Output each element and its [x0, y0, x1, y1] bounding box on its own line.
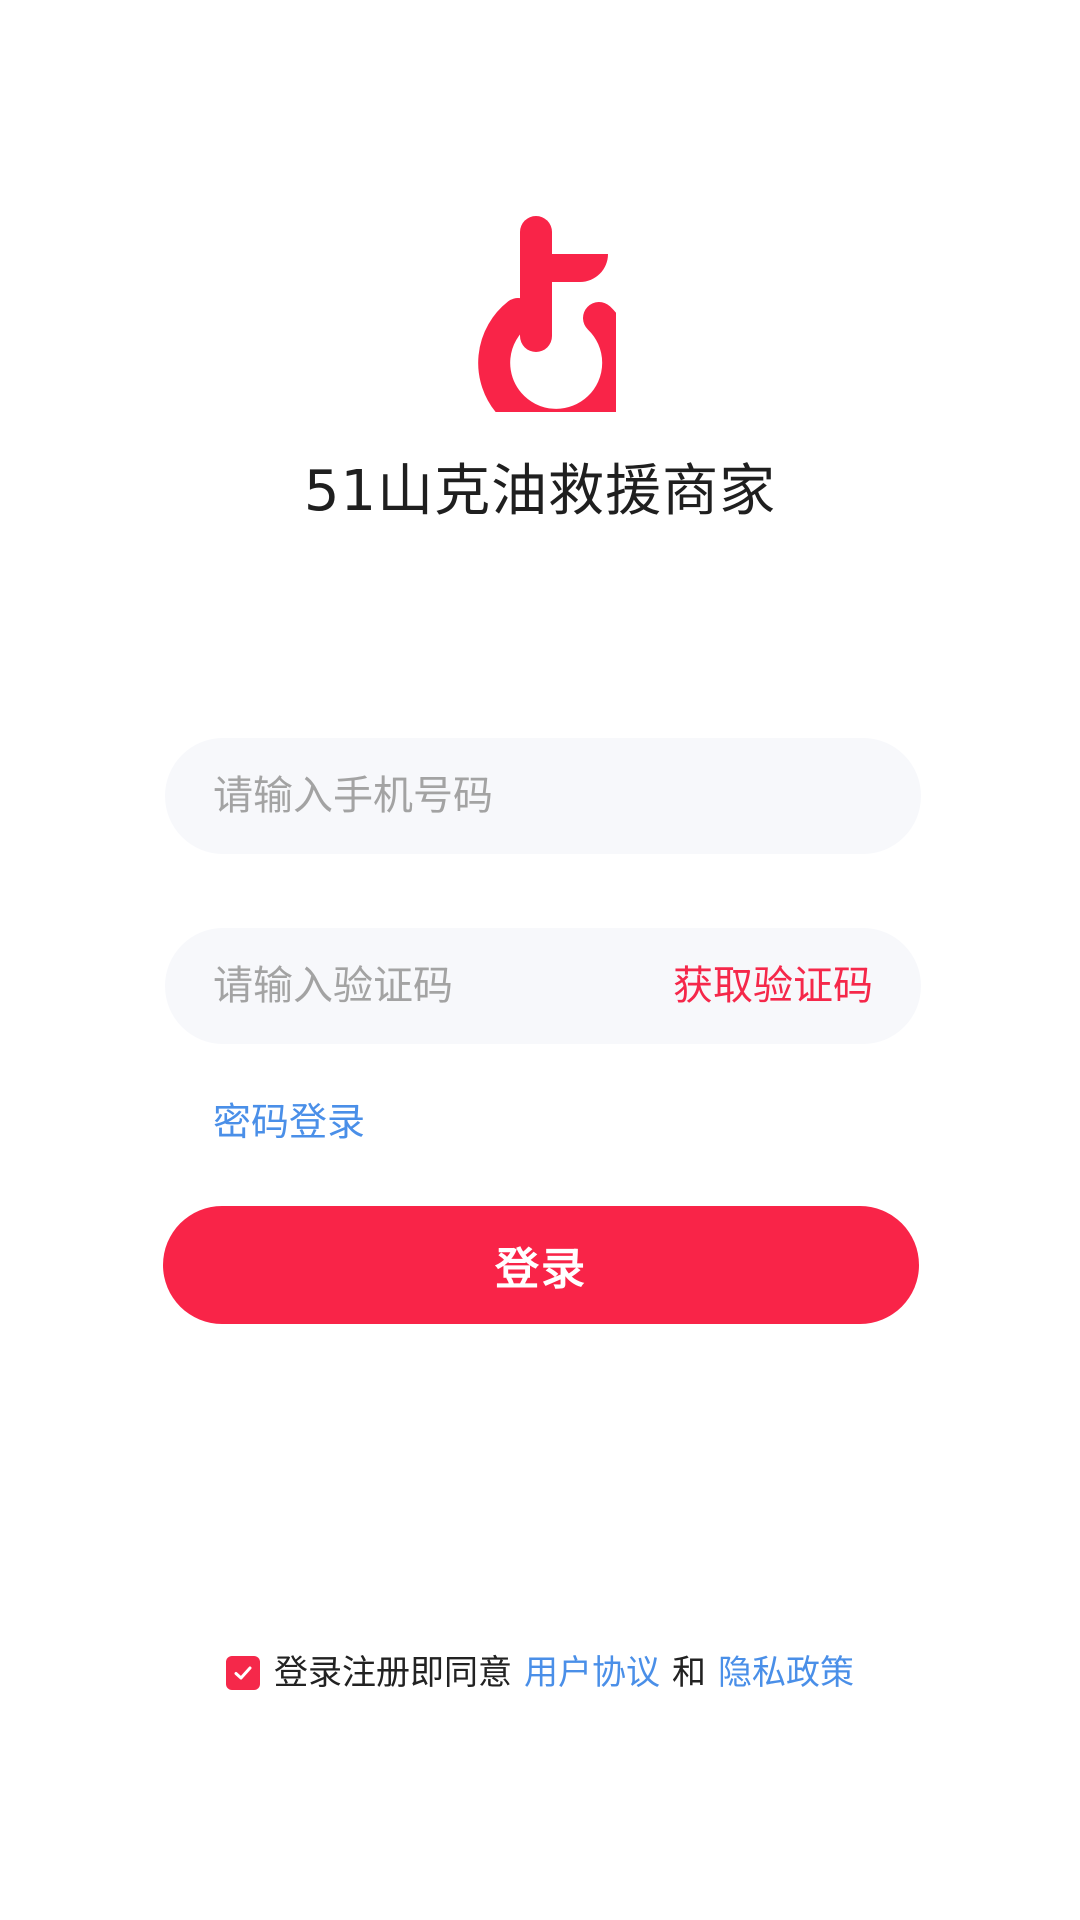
verification-code-field: 获取验证码 [165, 928, 921, 1044]
verification-code-input[interactable] [213, 928, 633, 1044]
login-button[interactable]: 登录 [163, 1206, 919, 1324]
user-agreement-link[interactable]: 用户协议 [524, 1648, 660, 1698]
phone-field [165, 738, 921, 854]
checkmark-icon [234, 1666, 252, 1680]
agreement-text: 登录注册即同意 [274, 1653, 512, 1693]
get-code-button[interactable]: 获取验证码 [673, 928, 873, 1044]
privacy-policy-link[interactable]: 隐私政策 [718, 1648, 854, 1698]
agreement-checkbox[interactable] [226, 1656, 260, 1690]
phone-input[interactable] [213, 738, 873, 854]
agreement-row: 登录注册即同意 用户协议 和 隐私政策 [0, 1648, 1080, 1698]
password-login-link[interactable]: 密码登录 [213, 1094, 365, 1150]
agreement-conjunction: 和 [672, 1653, 706, 1693]
app-title: 51山克油救援商家 [303, 459, 777, 524]
app-logo-icon [478, 216, 616, 412]
